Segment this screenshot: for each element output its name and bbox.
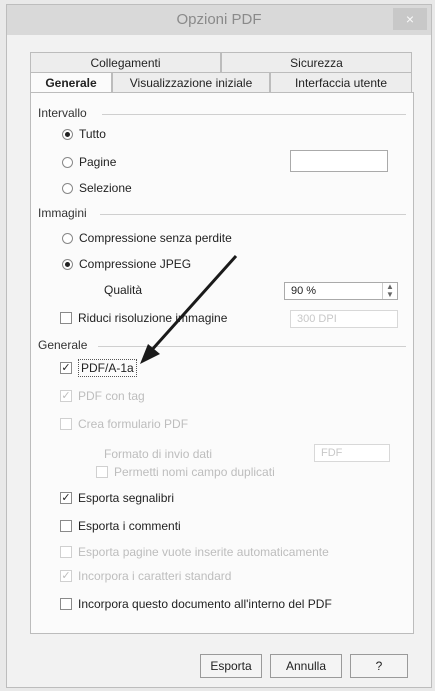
arrow-head (140, 344, 160, 364)
help-button[interactable]: ? (350, 654, 408, 678)
arrow-shaft (148, 254, 238, 354)
annotation-arrow (140, 254, 238, 364)
export-button[interactable]: Esporta (200, 654, 262, 678)
cancel-button[interactable]: Annulla (270, 654, 342, 678)
